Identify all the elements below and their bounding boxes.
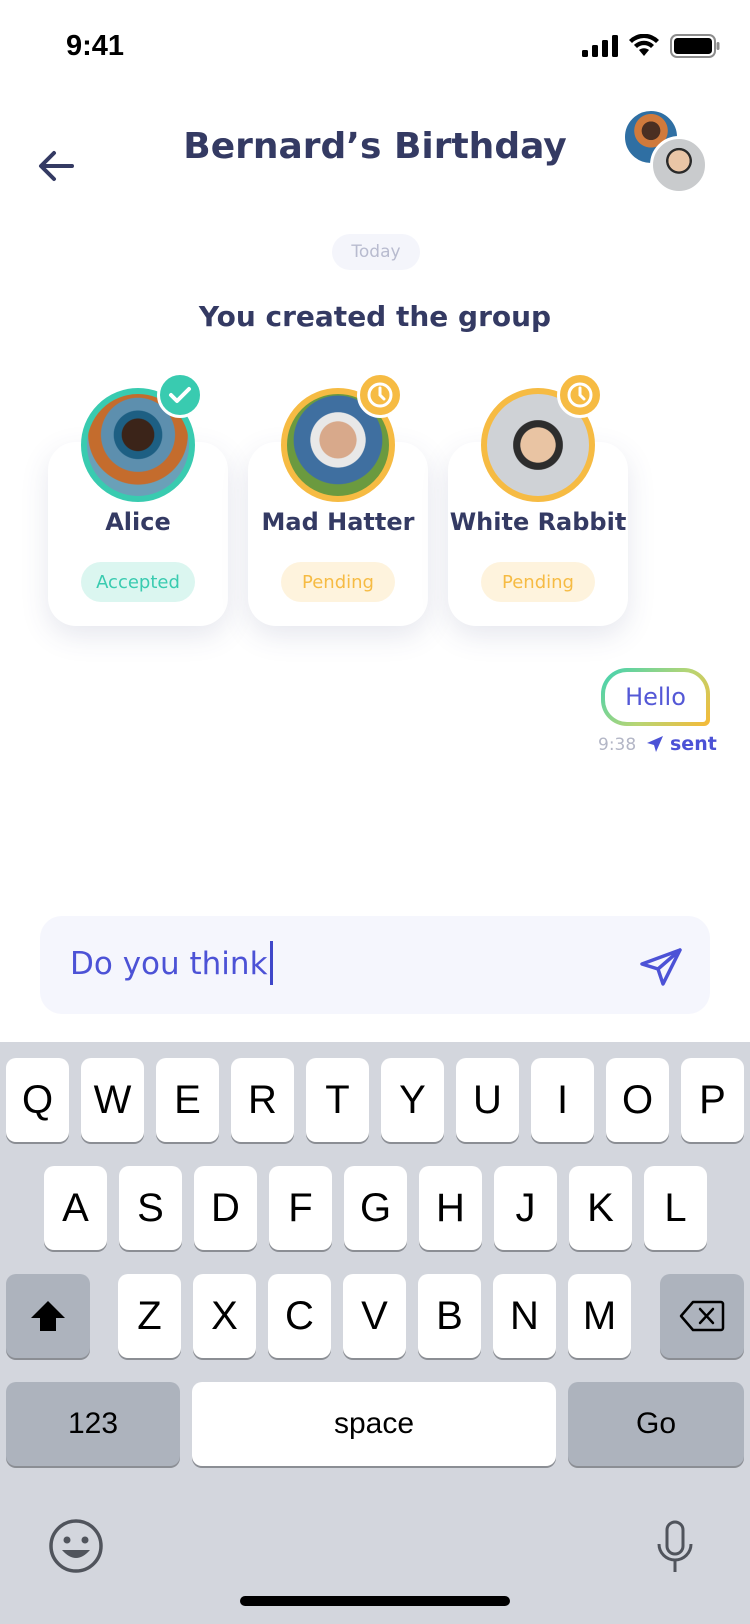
back-button[interactable]: [36, 146, 76, 186]
member-name: Mad Hatter: [261, 508, 415, 536]
emoji-button[interactable]: [48, 1518, 104, 1578]
shift-key[interactable]: [6, 1274, 90, 1358]
checkmark-icon: [169, 387, 191, 403]
key-w[interactable]: W: [81, 1058, 144, 1142]
message-bubble[interactable]: Hello: [601, 668, 710, 726]
message-input-value: Do you think: [70, 946, 268, 982]
date-chip: Today: [332, 234, 420, 270]
message-status-label: sent: [670, 733, 717, 755]
key-a[interactable]: A: [44, 1166, 107, 1250]
delete-key[interactable]: [660, 1274, 744, 1358]
member-name: White Rabbit: [449, 508, 627, 536]
backspace-icon: [679, 1300, 725, 1332]
key-x[interactable]: X: [193, 1274, 256, 1358]
shift-icon: [31, 1301, 65, 1331]
key-p[interactable]: P: [681, 1058, 744, 1142]
text-cursor: [269, 940, 273, 985]
key-n[interactable]: N: [493, 1274, 556, 1358]
dictation-button[interactable]: [654, 1520, 696, 1578]
numbers-key[interactable]: 123: [6, 1382, 180, 1466]
go-key[interactable]: Go: [568, 1382, 744, 1466]
clock-icon: [367, 382, 393, 408]
status-bar: 9:41: [0, 0, 750, 96]
key-g[interactable]: G: [344, 1166, 407, 1250]
key-c[interactable]: C: [268, 1274, 331, 1358]
message-input-text[interactable]: Do you think: [70, 940, 273, 985]
message-input[interactable]: Do you think: [40, 916, 710, 1014]
key-u[interactable]: U: [456, 1058, 519, 1142]
key-s[interactable]: S: [119, 1166, 182, 1250]
status-badge: Pending: [481, 562, 595, 602]
clock-icon: [567, 382, 593, 408]
status-badge: Accepted: [81, 562, 195, 602]
home-indicator: [240, 1596, 510, 1606]
keyboard: QWERTYUIOP ASDFGHJKL ZXCVBNM 123 space G…: [0, 1042, 750, 1624]
accepted-badge: [157, 372, 203, 418]
key-j[interactable]: J: [494, 1166, 557, 1250]
avatar: [650, 136, 708, 194]
key-y[interactable]: Y: [381, 1058, 444, 1142]
key-v[interactable]: V: [343, 1274, 406, 1358]
system-message: You created the group: [198, 300, 552, 333]
key-o[interactable]: O: [606, 1058, 669, 1142]
key-z[interactable]: Z: [118, 1274, 181, 1358]
status-icons: [582, 34, 720, 58]
navigation-arrow-icon: [647, 736, 663, 752]
page-title: Bernard’s Birthday: [183, 126, 567, 167]
microphone-icon: [657, 1520, 693, 1572]
key-b[interactable]: B: [418, 1274, 481, 1358]
key-f[interactable]: F: [269, 1166, 332, 1250]
key-d[interactable]: D: [194, 1166, 257, 1250]
message-status: sent: [646, 733, 717, 755]
key-i[interactable]: I: [531, 1058, 594, 1142]
group-avatars[interactable]: [622, 108, 712, 196]
key-l[interactable]: L: [644, 1166, 707, 1250]
wifi-icon: [629, 34, 659, 56]
pending-badge: [357, 372, 403, 418]
message-text: Hello: [605, 672, 706, 722]
status-badge: Pending: [281, 562, 395, 602]
member-name: Alice: [105, 508, 171, 536]
emoji-icon: [49, 1519, 103, 1573]
battery-icon: [670, 34, 720, 58]
send-icon: [640, 948, 682, 986]
key-q[interactable]: Q: [6, 1058, 69, 1142]
key-e[interactable]: E: [156, 1058, 219, 1142]
key-k[interactable]: K: [569, 1166, 632, 1250]
key-r[interactable]: R: [231, 1058, 294, 1142]
status-time: 9:41: [66, 30, 125, 62]
signal-icon: [582, 35, 618, 57]
key-m[interactable]: M: [568, 1274, 631, 1358]
key-h[interactable]: H: [419, 1166, 482, 1250]
send-button[interactable]: [640, 948, 682, 986]
arrow-left-icon: [39, 151, 74, 181]
pending-badge: [557, 372, 603, 418]
space-key[interactable]: space: [192, 1382, 556, 1466]
message-time: 9:38: [598, 735, 637, 755]
key-t[interactable]: T: [306, 1058, 369, 1142]
